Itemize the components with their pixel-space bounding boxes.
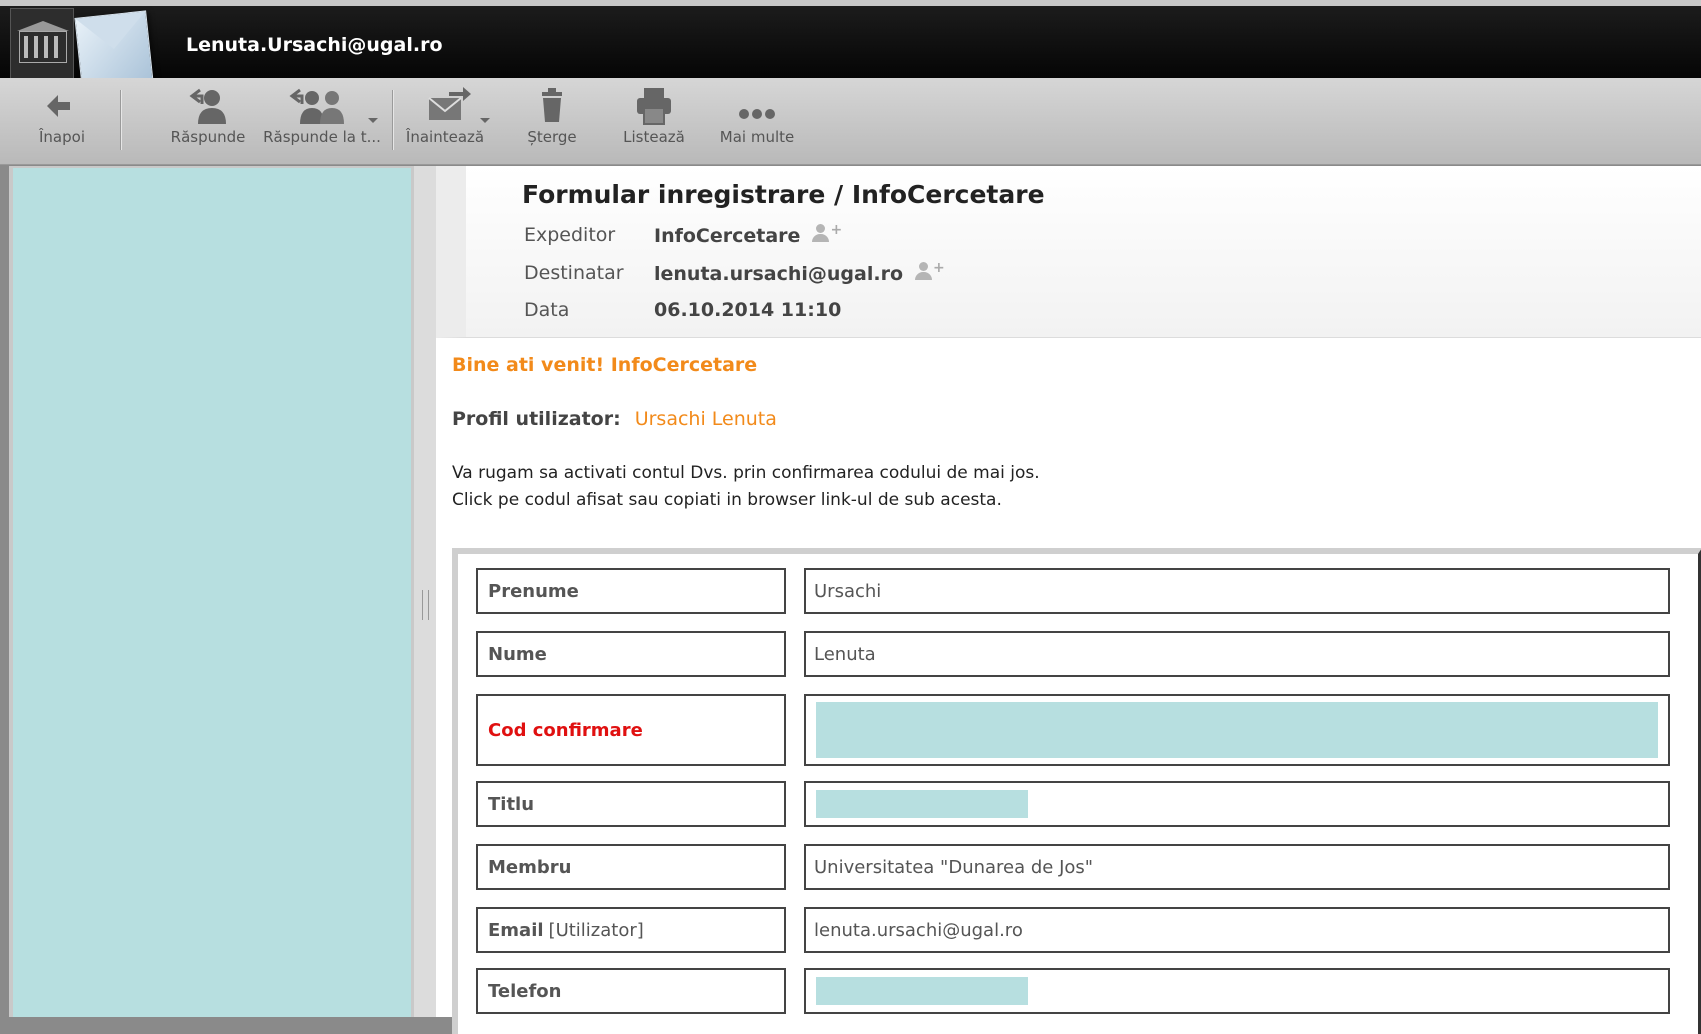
toolbar: Înapoi Răspunde Răspunde la t... Înainte…: [0, 78, 1701, 165]
instructions-line-2: Click pe codul afisat sau copiati in bro…: [452, 490, 1002, 510]
field-label: Prenume: [476, 568, 786, 614]
reply-icon: [166, 84, 250, 128]
field-value: Ursachi: [804, 568, 1670, 614]
date-label: Data: [524, 299, 570, 321]
profile-line: Profil utilizator: Ursachi Lenuta: [452, 408, 1692, 430]
reply-dropdown-caret-icon[interactable]: [368, 118, 378, 123]
field-label: Telefon: [476, 968, 786, 1014]
to-value-wrap: lenuta.ursachi@ugal.ro +: [654, 261, 945, 285]
field-label-wrap: Email [Utilizator]: [476, 907, 786, 953]
message-subject: Formular inregistrare / InfoCercetare: [522, 180, 1045, 209]
registration-form: Prenume Ursachi Nume Lenuta Cod confirma…: [452, 548, 1701, 1034]
app-header: Lenuta.Ursachi@ugal.ro: [0, 6, 1701, 90]
message-list-pane: [9, 166, 414, 1017]
redacted-block: [816, 702, 1658, 758]
reply-button[interactable]: Răspunde: [166, 84, 250, 158]
message-pane: Formular inregistrare / InfoCercetare Ex…: [436, 166, 1701, 1034]
field-label-suffix: [Utilizator]: [548, 919, 644, 941]
field-label: Titlu: [476, 781, 786, 827]
more-dots-icon: [714, 84, 800, 128]
redacted-block: [816, 790, 1028, 818]
forward-dropdown-caret-icon[interactable]: [480, 118, 490, 123]
field-label: Cod confirmare: [476, 694, 786, 766]
to-value[interactable]: lenuta.ursachi@ugal.ro: [654, 263, 903, 285]
trash-icon: [516, 84, 588, 128]
reply-all-button[interactable]: Răspunde la t...: [260, 84, 384, 158]
confirmation-code-link[interactable]: [804, 694, 1670, 766]
field-value: [804, 968, 1670, 1014]
print-button[interactable]: Listează: [616, 84, 692, 158]
back-arrow-icon: [22, 84, 102, 128]
to-label: Destinatar: [524, 262, 624, 284]
field-label: Membru: [476, 844, 786, 890]
field-value: Universitatea "Dunarea de Jos": [804, 844, 1670, 890]
instructions: Va rugam sa activati contul Dvs. prin co…: [452, 460, 1692, 514]
field-label: Nume: [476, 631, 786, 677]
field-value: lenuta.ursachi@ugal.ro: [804, 907, 1670, 953]
forward-icon: [402, 84, 488, 128]
profile-label: Profil utilizator:: [452, 408, 621, 430]
from-value[interactable]: InfoCercetare: [654, 225, 800, 247]
reply-all-icon: [260, 84, 384, 128]
forward-button[interactable]: Înaintează: [402, 84, 488, 158]
university-logo: [10, 8, 74, 84]
field-value: [804, 781, 1670, 827]
account-email[interactable]: Lenuta.Ursachi@ugal.ro: [186, 34, 443, 56]
profile-value: Ursachi Lenuta: [634, 408, 777, 430]
add-contact-icon[interactable]: +: [812, 223, 842, 244]
back-button[interactable]: Înapoi: [22, 84, 102, 158]
printer-icon: [616, 84, 692, 128]
field-value: Lenuta: [804, 631, 1670, 677]
pane-splitter[interactable]: [414, 166, 436, 1017]
from-label: Expeditor: [524, 224, 616, 246]
from-value-wrap: InfoCercetare +: [654, 223, 842, 247]
instructions-line-1: Va rugam sa activati contul Dvs. prin co…: [452, 463, 1040, 483]
add-contact-icon[interactable]: +: [915, 261, 945, 282]
more-button[interactable]: Mai multe: [714, 84, 800, 158]
welcome-heading: Bine ati venit! InfoCercetare: [452, 354, 758, 376]
redacted-block: [816, 977, 1028, 1005]
message-header: Formular inregistrare / InfoCercetare Ex…: [436, 166, 1701, 338]
splitter-grip[interactable]: [422, 590, 429, 620]
message-list-redacted: [13, 168, 411, 1017]
delete-button[interactable]: Șterge: [516, 84, 588, 158]
field-label: Email: [488, 919, 544, 941]
message-body: Bine ati venit! InfoCercetare Profil uti…: [452, 354, 1692, 514]
date-value: 06.10.2014 11:10: [654, 299, 842, 321]
